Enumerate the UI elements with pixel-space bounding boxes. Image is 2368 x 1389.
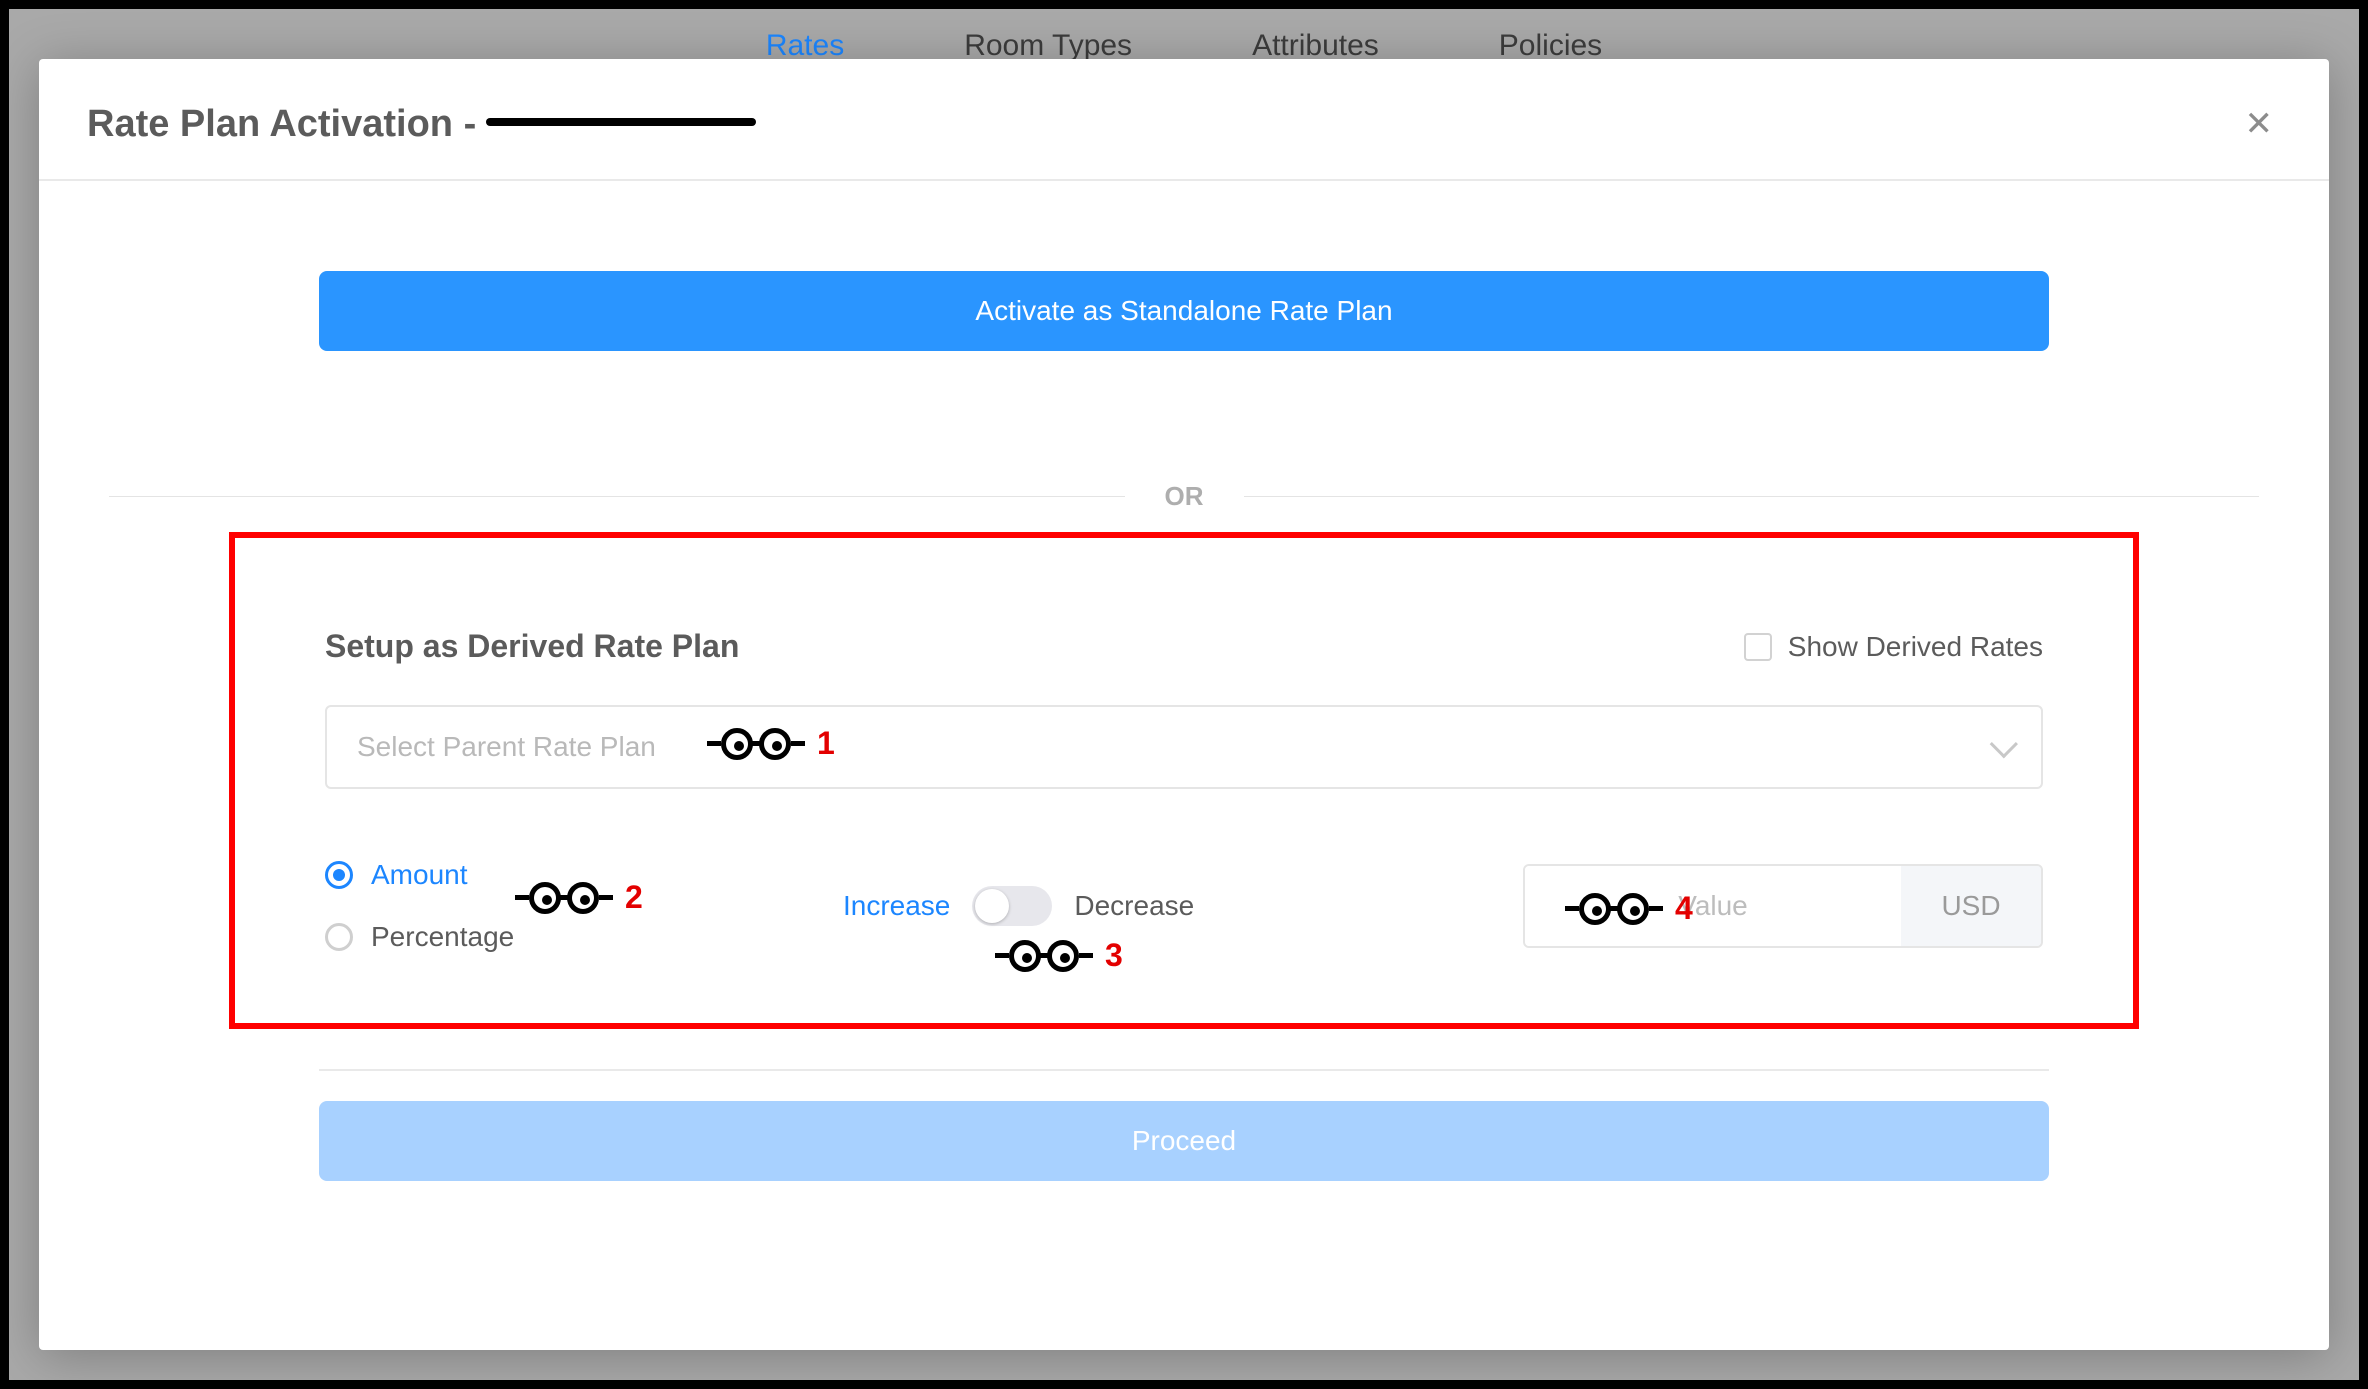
derived-rate-plan-section: Setup as Derived Rate Plan Show Derived …: [229, 532, 2139, 1029]
radio-percentage-label: Percentage: [371, 921, 514, 953]
show-derived-rates-checkbox[interactable]: Show Derived Rates: [1744, 631, 2043, 663]
value-unit-label: USD: [1901, 866, 2041, 946]
modal-title: Rate Plan Activation -: [87, 103, 756, 146]
annotation-3: 3: [995, 937, 1123, 974]
bg-tab-room-types: Room Types: [964, 29, 1132, 63]
increase-decrease-toggle[interactable]: [972, 886, 1052, 926]
background-tabs: Rates Room Types Attributes Policies: [9, 29, 2359, 63]
show-derived-rates-label: Show Derived Rates: [1788, 631, 2043, 663]
increase-label: Increase: [843, 890, 950, 922]
radio-amount-label: Amount: [371, 859, 468, 891]
derived-section-title: Setup as Derived Rate Plan: [325, 628, 739, 665]
proceed-button[interactable]: Proceed: [319, 1101, 2049, 1181]
bg-tab-rates: Rates: [766, 29, 844, 63]
radio-icon: [325, 923, 353, 951]
or-divider: OR: [109, 481, 2259, 512]
radio-icon: [325, 861, 353, 889]
checkbox-icon: [1744, 633, 1772, 661]
bg-tab-policies: Policies: [1499, 29, 1602, 63]
close-icon[interactable]: ✕: [2237, 99, 2282, 149]
chevron-down-icon: [1990, 730, 2018, 758]
radio-percentage[interactable]: Percentage: [325, 921, 514, 953]
annotation-2: 2: [515, 879, 643, 916]
value-input[interactable]: [1525, 866, 1901, 946]
modal-title-redacted-name: [486, 104, 756, 136]
radio-amount[interactable]: Amount: [325, 859, 514, 891]
decrease-label: Decrease: [1074, 890, 1194, 922]
modal-title-prefix: Rate Plan Activation -: [87, 103, 476, 146]
annotation-1: 1: [707, 725, 835, 762]
or-label: OR: [1165, 481, 1204, 512]
bg-tab-attributes: Attributes: [1252, 29, 1379, 63]
activate-standalone-button[interactable]: Activate as Standalone Rate Plan: [319, 271, 2049, 351]
parent-rate-plan-select[interactable]: Select Parent Rate Plan 1: [325, 705, 2043, 789]
parent-rate-plan-placeholder: Select Parent Rate Plan: [357, 731, 656, 763]
rate-plan-activation-modal: Rate Plan Activation - ✕ Activate as Sta…: [39, 59, 2329, 1350]
value-input-group: USD 4: [1523, 864, 2043, 948]
